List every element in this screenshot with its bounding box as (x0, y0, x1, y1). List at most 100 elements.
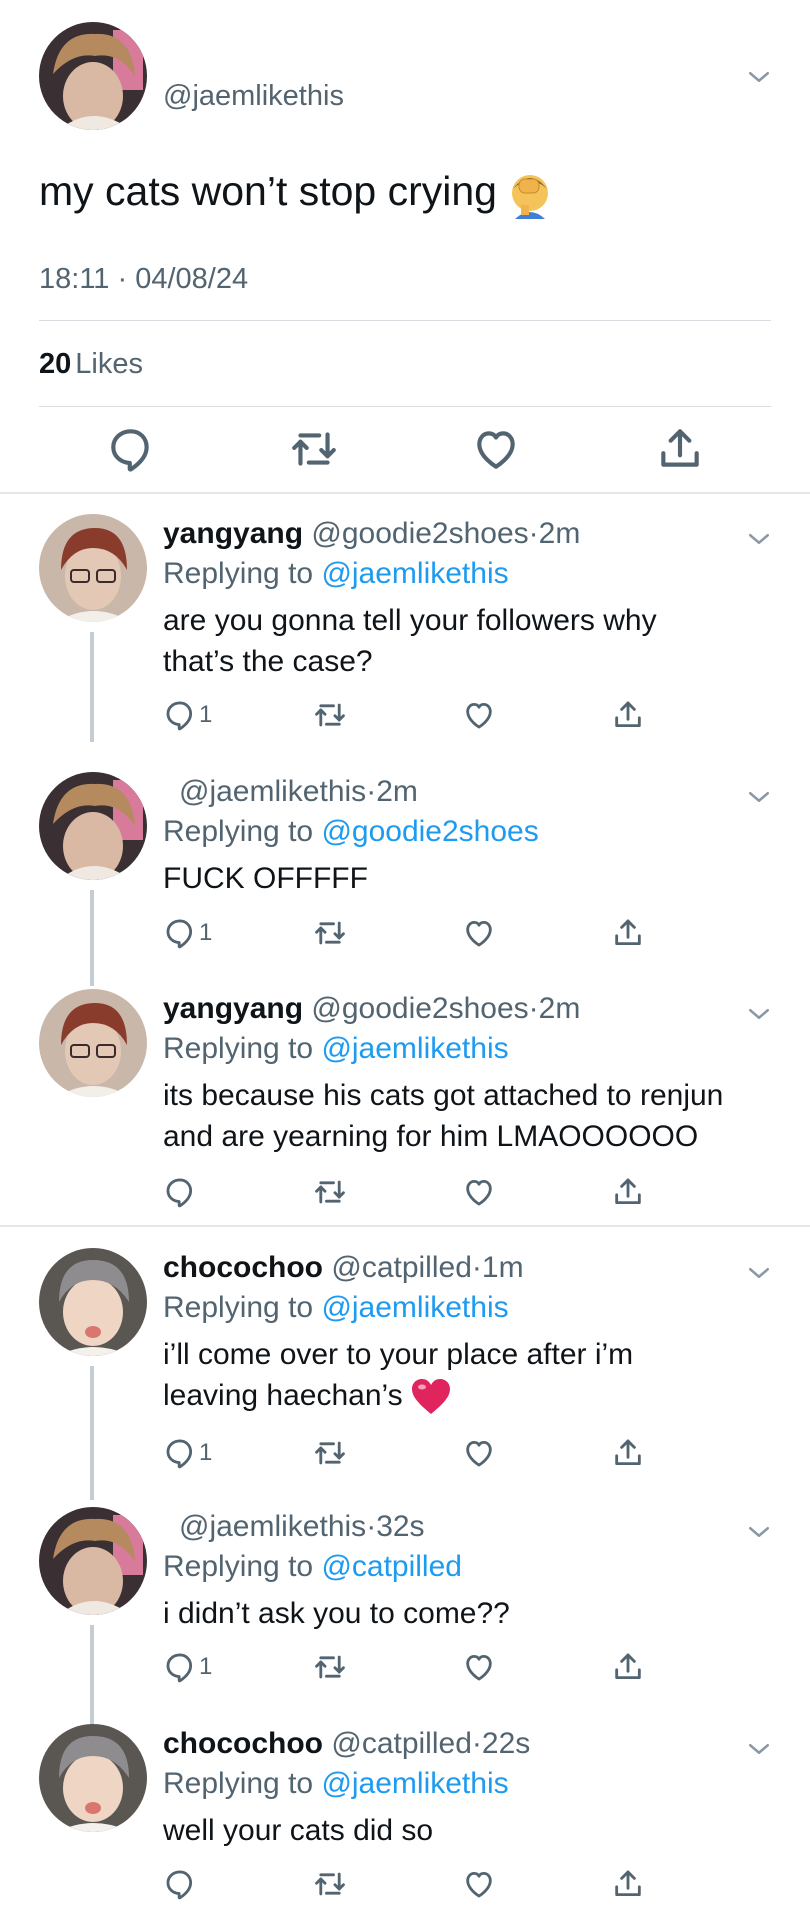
retweet-button[interactable] (313, 1433, 347, 1473)
section-divider (0, 1225, 810, 1227)
replying-to: Replying to @jaemlikethis (163, 1291, 509, 1324)
divider (39, 406, 771, 407)
retweet-icon (313, 1650, 347, 1684)
chevron-down-icon[interactable] (744, 782, 774, 812)
retweet-button[interactable] (313, 913, 347, 953)
replying-to: Replying to @jaemlikethis (163, 557, 509, 590)
chevron-down-icon[interactable] (744, 524, 774, 554)
reply-tweet[interactable]: chocochoo @catpilled·1m Replying to @jae… (0, 1248, 810, 1500)
chevron-down-icon[interactable] (744, 62, 774, 92)
reply-icon (163, 1436, 197, 1470)
reply-text: well your cats did so (163, 1814, 434, 1847)
like-button[interactable] (462, 913, 496, 953)
like-button[interactable] (462, 1172, 496, 1212)
tweet-timestamp: 18:11 · 04/08/24 (39, 263, 249, 295)
share-icon (611, 916, 645, 950)
share-icon (611, 698, 645, 732)
replying-to: Replying to @goodie2shoes (163, 815, 539, 848)
like-icon (462, 1175, 496, 1209)
reply-text: are you gonna tell your followers why tha… (163, 604, 657, 678)
retweet-button[interactable] (313, 1172, 347, 1212)
tweet-text: my cats won’t stop crying (39, 166, 555, 220)
reply-actions (0, 1172, 810, 1212)
reply-text: FUCK OFFFFF (163, 862, 368, 895)
reply-icon (163, 698, 197, 732)
like-icon[interactable] (471, 424, 521, 474)
like-button[interactable] (462, 695, 496, 735)
retweet-icon (313, 698, 347, 732)
retweet-icon[interactable] (289, 424, 339, 474)
chevron-down-icon[interactable] (744, 1517, 774, 1547)
retweet-button[interactable] (313, 1647, 347, 1687)
replying-to: Replying to @catpilled (163, 1550, 462, 1583)
avatar[interactable] (39, 1507, 147, 1615)
share-icon[interactable] (655, 424, 705, 474)
share-button[interactable] (611, 913, 645, 953)
reply-actions: 1 (0, 1433, 810, 1473)
reply-header: yangyang @goodie2shoes·2m (163, 992, 581, 1025)
reply-button[interactable] (163, 1864, 199, 1904)
reply-icon[interactable] (106, 424, 156, 474)
like-button[interactable] (462, 1864, 496, 1904)
retweet-icon (313, 916, 347, 950)
avatar[interactable] (39, 514, 147, 622)
reply-actions (0, 1864, 810, 1904)
reply-tweet[interactable]: chocochoo @catpilled·22s Replying to @ja… (0, 1724, 810, 1914)
reply-actions: 1 (0, 913, 810, 953)
like-button[interactable] (462, 1647, 496, 1687)
reply-tweet[interactable]: yangyang @goodie2shoes·2m Replying to @j… (0, 514, 810, 744)
reply-header: chocochoo @catpilled·1m (163, 1251, 524, 1284)
reply-button[interactable] (163, 1172, 199, 1212)
avatar[interactable] (39, 1248, 147, 1356)
reply-button[interactable]: 1 (163, 1647, 212, 1687)
share-button[interactable] (611, 1864, 645, 1904)
reply-icon (163, 1867, 197, 1901)
main-tweet: @jaemlikethis my cats won’t stop crying … (0, 0, 810, 493)
reply-actions: 1 (0, 695, 810, 735)
avatar[interactable] (39, 1724, 147, 1832)
share-icon (611, 1650, 645, 1684)
reply-text: its because his cats got attached to ren… (163, 1079, 724, 1153)
replying-to: Replying to @jaemlikethis (163, 1767, 509, 1800)
reply-header: @jaemlikethis·2m (179, 775, 418, 808)
reply-actions: 1 (0, 1647, 810, 1687)
reply-text: i’ll come over to your place after i’m le… (163, 1334, 783, 1416)
reply-text-line: leaving haechan’s (163, 1375, 783, 1416)
like-icon (462, 1867, 496, 1901)
avatar[interactable] (39, 989, 147, 1097)
retweet-button[interactable] (313, 695, 347, 735)
share-button[interactable] (611, 695, 645, 735)
reply-tweet[interactable]: @jaemlikethis·2m Replying to @goodie2sho… (0, 772, 810, 986)
section-divider (0, 492, 810, 494)
reply-button[interactable]: 1 (163, 913, 212, 953)
reply-icon (163, 1650, 197, 1684)
like-icon (462, 1436, 496, 1470)
retweet-icon (313, 1175, 347, 1209)
chevron-down-icon[interactable] (744, 1258, 774, 1288)
share-icon (611, 1436, 645, 1470)
author-handle[interactable]: @jaemlikethis (163, 78, 344, 114)
retweet-button[interactable] (313, 1864, 347, 1904)
chevron-down-icon[interactable] (744, 999, 774, 1029)
reply-tweet[interactable]: @jaemlikethis·32s Replying to @catpilled… (0, 1507, 810, 1725)
share-button[interactable] (611, 1172, 645, 1212)
chevron-down-icon[interactable] (744, 1734, 774, 1764)
retweet-icon (313, 1436, 347, 1470)
avatar[interactable] (39, 22, 147, 130)
share-button[interactable] (611, 1647, 645, 1687)
face-palm-emoji (505, 169, 555, 220)
like-button[interactable] (462, 1433, 496, 1473)
reply-button[interactable]: 1 (163, 695, 212, 735)
reply-tweet[interactable]: yangyang @goodie2shoes·2m Replying to @j… (0, 989, 810, 1219)
tweet-actions (0, 424, 810, 474)
reply-button[interactable]: 1 (163, 1433, 212, 1473)
share-button[interactable] (611, 1433, 645, 1473)
reply-icon (163, 1175, 197, 1209)
like-icon (462, 698, 496, 732)
likes-summary[interactable]: 20 Likes (39, 346, 143, 382)
reply-text: i didn’t ask you to come?? (163, 1597, 510, 1630)
reply-icon (163, 916, 197, 950)
avatar[interactable] (39, 772, 147, 880)
divider (39, 320, 771, 321)
like-icon (462, 916, 496, 950)
